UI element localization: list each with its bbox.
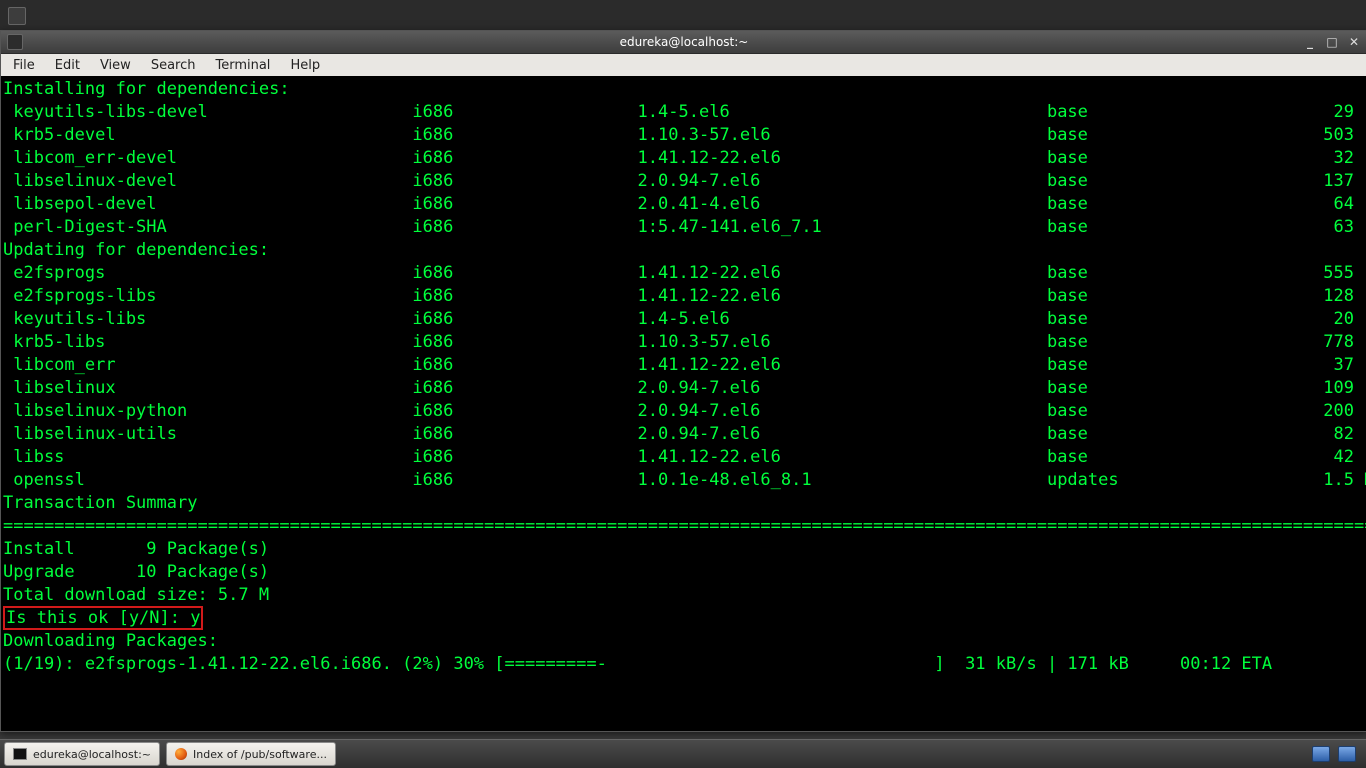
terminal-line: krb5-libs i686 1.10.3-57.el6 base 778 k [3,331,1365,354]
terminal-line: libselinux-devel i686 2.0.94-7.el6 base … [3,170,1365,193]
terminal-line: keyutils-libs-devel i686 1.4-5.el6 base … [3,101,1365,124]
taskbar-button-terminal-label: edureka@localhost:~ [33,748,151,761]
taskbar-button-terminal[interactable]: edureka@localhost:~ [4,742,160,766]
minimize-button[interactable]: _ [1303,35,1317,49]
terminal-icon [13,748,27,760]
firefox-icon [175,748,187,760]
menu-help[interactable]: Help [282,56,328,75]
terminal-line: (1/19): e2fsprogs-1.41.12-22.el6.i686. (… [3,653,1365,676]
menu-file[interactable]: File [5,56,43,75]
terminal-line: libselinux-utils i686 2.0.94-7.el6 base … [3,423,1365,446]
menu-search[interactable]: Search [143,56,204,75]
terminal-line: openssl i686 1.0.1e-48.el6_8.1 updates 1… [3,469,1365,492]
terminal-line: Upgrade 10 Package(s) [3,561,1365,584]
desktop-taskbar: edureka@localhost:~ Index of /pub/softwa… [0,739,1366,768]
terminal-line: libss i686 1.41.12-22.el6 base 42 k [3,446,1365,469]
tray-icon-1[interactable] [1312,746,1330,762]
menu-edit[interactable]: Edit [47,56,88,75]
terminal-line: libcom_err-devel i686 1.41.12-22.el6 bas… [3,147,1365,170]
terminal-line: ========================================… [3,515,1365,538]
terminal-line: Downloading Packages: [3,630,1365,653]
terminal-line: Total download size: 5.7 M [3,584,1365,607]
terminal-line: libselinux-python i686 2.0.94-7.el6 base… [3,400,1365,423]
tray-icon-2[interactable] [1338,746,1356,762]
terminal-line: libsepol-devel i686 2.0.41-4.el6 base 64… [3,193,1365,216]
terminal-line: libcom_err i686 1.41.12-22.el6 base 37 k [3,354,1365,377]
window-app-icon [7,34,23,50]
terminal-line: perl-Digest-SHA i686 1:5.47-141.el6_7.1 … [3,216,1365,239]
taskbar-button-firefox-label: Index of /pub/software... [193,748,327,761]
desktop-top-panel [0,0,1366,30]
terminal-line: Is this ok [y/N]: y [3,607,1365,630]
maximize-button[interactable]: □ [1325,35,1339,49]
terminal-line: e2fsprogs i686 1.41.12-22.el6 base 555 k [3,262,1365,285]
close-button[interactable]: ✕ [1347,35,1361,49]
menu-terminal[interactable]: Terminal [207,56,278,75]
terminal-line: e2fsprogs-libs i686 1.41.12-22.el6 base … [3,285,1365,308]
terminal-output[interactable]: Installing for dependencies: keyutils-li… [1,76,1366,731]
terminal-line: keyutils-libs i686 1.4-5.el6 base 20 k [3,308,1365,331]
app-menu-icon[interactable] [8,7,26,25]
system-tray [1306,746,1362,762]
window-title: edureka@localhost:~ [1,35,1366,49]
taskbar-button-firefox[interactable]: Index of /pub/software... [166,742,336,766]
terminal-window: edureka@localhost:~ _ □ ✕ File Edit View… [0,30,1366,732]
terminal-line: Install 9 Package(s) [3,538,1365,561]
terminal-line: Transaction Summary [3,492,1365,515]
terminal-line: Installing for dependencies: [3,78,1365,101]
window-titlebar[interactable]: edureka@localhost:~ _ □ ✕ [1,31,1366,54]
terminal-line: Updating for dependencies: [3,239,1365,262]
menu-view[interactable]: View [92,56,139,75]
terminal-line: krb5-devel i686 1.10.3-57.el6 base 503 k [3,124,1365,147]
confirm-prompt-highlight: Is this ok [y/N]: y [3,606,203,630]
terminal-menubar: File Edit View Search Terminal Help [1,54,1366,77]
terminal-line: libselinux i686 2.0.94-7.el6 base 109 k [3,377,1365,400]
